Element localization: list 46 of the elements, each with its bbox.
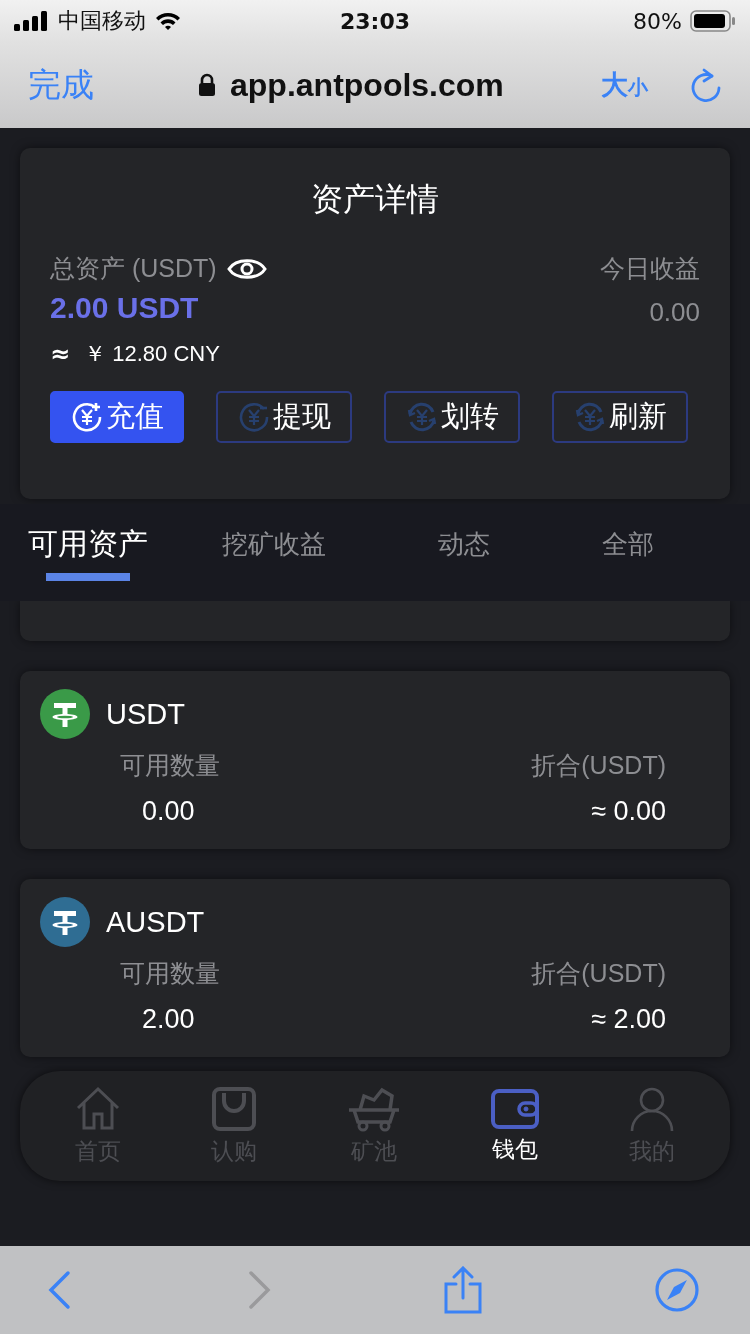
mine-cart-icon: [347, 1085, 401, 1132]
converted-value: ≈ 2.00: [591, 1004, 666, 1035]
lock-icon: [198, 73, 216, 97]
action-button[interactable]: 提现: [216, 391, 352, 443]
tab[interactable]: 全部: [602, 527, 654, 578]
action-button[interactable]: 划转: [384, 391, 520, 443]
converted-label: 折合(USDT): [531, 958, 666, 989]
cny-value: ￥ 12.80 CNY: [84, 340, 220, 368]
today-value: 0.00: [649, 297, 700, 328]
home-icon: [75, 1085, 121, 1132]
yen-coin-icon: [70, 400, 104, 434]
amount-label: 可用数量: [120, 958, 220, 989]
user-icon: [629, 1085, 675, 1132]
approx-sign: ≈: [50, 340, 71, 368]
tab[interactable]: 挖矿收益: [222, 527, 326, 578]
action-button[interactable]: 充值: [50, 391, 184, 443]
amount-value: 0.00: [142, 796, 195, 827]
amount-value: 2.00: [142, 1004, 195, 1035]
yen-coin-icon: [405, 400, 439, 434]
tab[interactable]: 可用资产: [28, 524, 148, 581]
nav-item[interactable]: 钱包: [491, 1087, 539, 1165]
signal-icon: [14, 11, 50, 31]
reload-icon[interactable]: [690, 67, 722, 103]
wallet-icon: [491, 1087, 539, 1130]
coin-name: USDT: [106, 697, 185, 731]
total-label: 总资产 (USDT): [50, 253, 217, 284]
compass-icon[interactable]: [653, 1267, 700, 1313]
wifi-icon: [154, 10, 182, 32]
card-title: 资产详情: [310, 179, 440, 220]
yen-coin-icon: [237, 400, 271, 434]
today-label: 今日收益: [600, 253, 700, 284]
coin-name: AUSDT: [106, 905, 205, 939]
converted-value: ≈ 0.00: [591, 796, 666, 827]
clock-time: 23:03: [340, 8, 410, 34]
total-value: 2.00 USDT: [50, 291, 200, 325]
battery-icon: [690, 10, 736, 32]
carrier-name: 中国移动: [58, 7, 146, 35]
address-text[interactable]: app.antpools.com: [230, 66, 504, 104]
yen-coin-icon: [573, 400, 607, 434]
converted-label: 折合(USDT): [531, 750, 666, 781]
action-button[interactable]: 刷新: [552, 391, 688, 443]
battery-percent: 80%: [633, 8, 682, 34]
bag-icon: [211, 1085, 257, 1132]
amount-label: 可用数量: [120, 750, 220, 781]
share-icon[interactable]: [443, 1266, 484, 1314]
tab[interactable]: 动态: [438, 527, 490, 578]
